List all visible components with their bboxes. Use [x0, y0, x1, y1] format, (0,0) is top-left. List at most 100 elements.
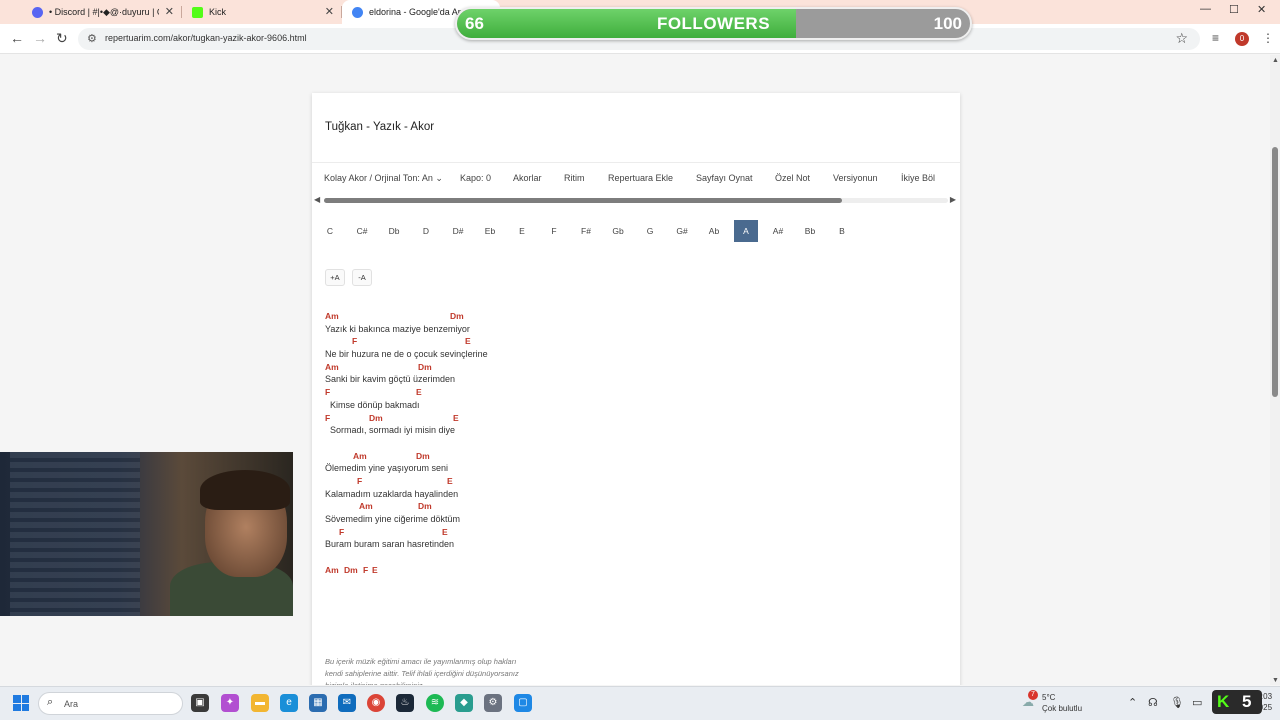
display-icon[interactable]: ▭ [1192, 696, 1202, 709]
menu-play-page[interactable]: Sayfayı Oynat [696, 173, 753, 183]
key-button-d[interactable]: D [414, 220, 438, 242]
chevron-down-icon: ⌄ [435, 173, 443, 183]
scroll-right-icon[interactable]: ▶ [950, 195, 956, 204]
chord[interactable]: Dm [416, 451, 430, 461]
back-icon[interactable]: ← [10, 30, 24, 46]
chord[interactable]: Am [325, 362, 339, 372]
forward-icon[interactable]: → [33, 30, 47, 46]
reload-icon[interactable]: ↻ [56, 30, 68, 47]
steam-icon[interactable]: ♨ [396, 694, 414, 712]
menu-icon[interactable]: ⋮ [1262, 31, 1274, 45]
lyric-text: Sormadı, sormadı iyi misin diye [325, 425, 456, 436]
chrome-icon[interactable]: ◉ [367, 694, 385, 712]
chord[interactable]: E [416, 387, 422, 397]
chord[interactable]: Am [325, 311, 339, 321]
key-button-a[interactable]: A [734, 220, 758, 242]
key-button-bb[interactable]: Bb [798, 220, 822, 242]
chord[interactable]: F [325, 413, 330, 423]
store-icon[interactable]: ▦ [309, 694, 327, 712]
menu-special-note[interactable]: Özel Not [775, 173, 810, 183]
lyric-text: Sövemedim yine ciğerime döktüm [325, 514, 461, 524]
task-view-icon[interactable]: ▣ [191, 694, 209, 712]
scroll-down-icon[interactable]: ▼ [1272, 677, 1279, 684]
chord[interactable]: Am [359, 501, 373, 511]
key-button-b[interactable]: B [830, 220, 854, 242]
key-button-c-sharp[interactable]: C# [350, 220, 374, 242]
key-button-f-sharp[interactable]: F# [574, 220, 598, 242]
chord[interactable]: E [447, 476, 453, 486]
chord[interactable]: F [339, 527, 344, 537]
chord[interactable]: F [357, 476, 362, 486]
network-icon[interactable]: ☊ [1148, 696, 1158, 709]
key-button-e[interactable]: E [510, 220, 534, 242]
menu-rhythm[interactable]: Ritim [564, 173, 585, 183]
chord[interactable]: E [453, 413, 459, 423]
close-icon[interactable]: ✕ [325, 5, 334, 18]
outlook-icon[interactable]: ✉ [338, 694, 356, 712]
copilot-icon[interactable]: ✦ [221, 694, 239, 712]
close-window-button[interactable]: ✕ [1257, 3, 1266, 16]
scroll-thumb[interactable] [1272, 147, 1278, 397]
font-increase-button[interactable]: +A [325, 269, 345, 286]
settings-gear-icon[interactable]: ⚙ [484, 694, 502, 712]
scroll-left-icon[interactable]: ◀ [314, 195, 320, 204]
chord[interactable]: E [442, 527, 448, 537]
tab-discord[interactable]: • Discord | #|•◆@·duyuru | CS ✕ [22, 0, 180, 24]
chord-line: F Dm E [325, 413, 488, 426]
taskbar-search[interactable]: ⌕ Ara [38, 692, 183, 715]
chord[interactable]: Am [353, 451, 367, 461]
bookmark-star-icon[interactable]: ☆ [1175, 30, 1188, 47]
scroll-up-icon[interactable]: ▲ [1272, 57, 1279, 64]
site-info-icon[interactable]: ⚙ [87, 32, 97, 45]
chord-sheet-card: Tuğkan - Yazık - Akor Kolay Akor / Orjin… [312, 93, 960, 685]
minimize-button[interactable]: — [1200, 3, 1211, 15]
key-button-g[interactable]: G [638, 220, 662, 242]
microphone-icon[interactable]: 🎙 [1170, 696, 1184, 709]
menu-split[interactable]: İkiye Böl [901, 173, 935, 183]
spotify-icon[interactable]: ≋ [426, 694, 444, 712]
menu-chords[interactable]: Akorlar [513, 173, 542, 183]
key-button-f[interactable]: F [542, 220, 566, 242]
app-window-icon[interactable]: ▢ [514, 694, 532, 712]
file-explorer-icon[interactable]: ▬ [251, 694, 269, 712]
chord[interactable]: E [465, 336, 471, 346]
chord[interactable]: F [363, 565, 368, 575]
tone-dropdown[interactable]: Kolay Akor / Orjinal Ton: An ⌄ [324, 173, 443, 184]
key-button-g-sharp[interactable]: G# [670, 220, 694, 242]
key-button-eb[interactable]: Eb [478, 220, 502, 242]
menu-add-repertoire[interactable]: Repertuara Ekle [608, 173, 673, 183]
scroll-thumb[interactable] [324, 198, 842, 203]
media-control-icon[interactable]: ≡ [1212, 31, 1219, 45]
chord[interactable]: F [325, 387, 330, 397]
menu-version[interactable]: Versiyonun [833, 173, 878, 183]
chord[interactable]: Dm [418, 501, 432, 511]
key-button-d-sharp[interactable]: D# [446, 220, 470, 242]
lyric-text: Kimse dönüp bakmadı [325, 399, 420, 410]
chord[interactable]: Am [325, 565, 339, 575]
key-button-db[interactable]: Db [382, 220, 406, 242]
page-scrollbar[interactable]: ▲ ▼ [1270, 55, 1280, 685]
chord[interactable]: Dm [418, 362, 432, 372]
key-button-a-sharp[interactable]: A# [766, 220, 790, 242]
url-text[interactable]: repertuarim.com/akor/tugkan-yazik-akor-9… [105, 33, 307, 43]
key-button-c[interactable]: C [318, 220, 342, 242]
font-decrease-button[interactable]: -A [352, 269, 372, 286]
close-icon[interactable]: ✕ [165, 5, 174, 18]
chord[interactable]: E [372, 565, 378, 575]
chevron-up-icon[interactable]: ⌃ [1128, 696, 1137, 709]
chord[interactable]: F [352, 336, 357, 346]
menu-capo[interactable]: Kapo: 0 [460, 173, 491, 183]
profile-avatar[interactable]: 0 [1235, 32, 1249, 46]
maximize-button[interactable]: ☐ [1229, 3, 1239, 16]
tab-kick[interactable]: Kick ✕ [182, 0, 340, 24]
chord[interactable]: Dm [369, 413, 383, 423]
menu-scrollbar[interactable]: ◀ ▶ [314, 195, 958, 205]
windows-start-icon[interactable] [13, 695, 29, 711]
edge-icon[interactable]: e [280, 694, 298, 712]
chord[interactable]: Dm [344, 565, 358, 575]
app-icon[interactable]: ◆ [455, 694, 473, 712]
key-button-ab[interactable]: Ab [702, 220, 726, 242]
key-button-gb[interactable]: Gb [606, 220, 630, 242]
chord[interactable]: Dm [450, 311, 464, 321]
kick-icon [192, 6, 203, 18]
